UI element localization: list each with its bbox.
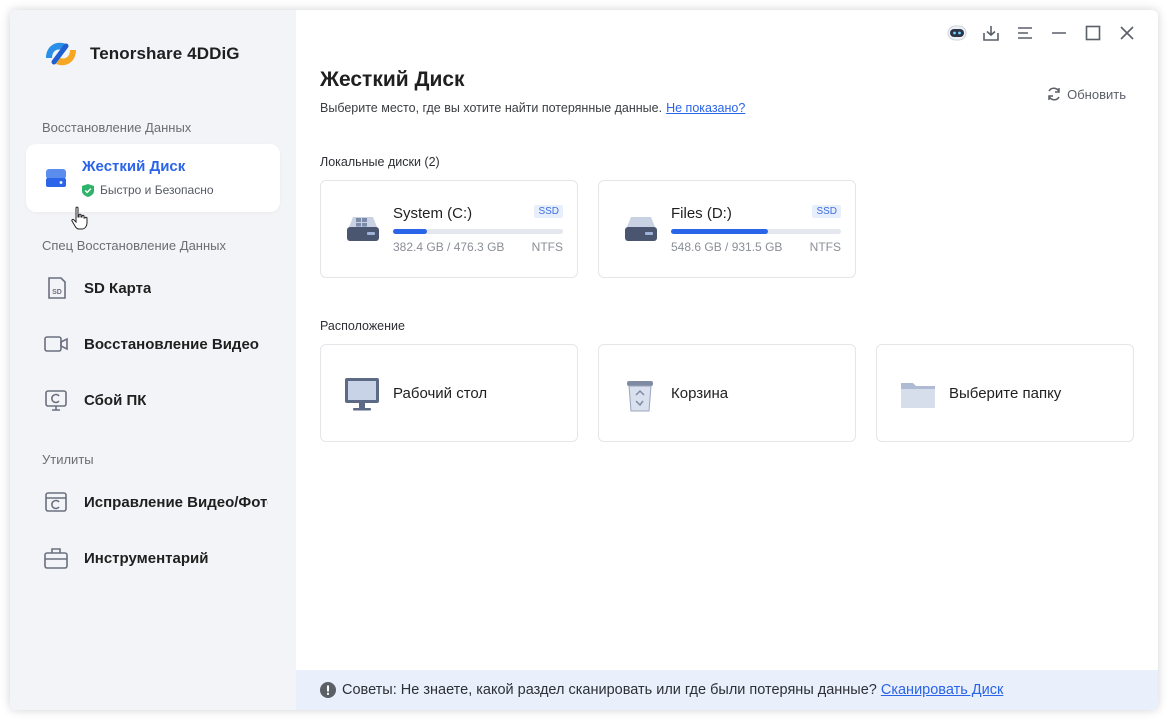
folder-icon (901, 383, 935, 408)
sidebar-item-hard-disk[interactable]: Жесткий Диск Быстро и Безопасно (26, 144, 280, 212)
minimize-button[interactable] (1042, 22, 1076, 44)
location-card-select-folder[interactable]: Выберите папку (876, 344, 1134, 442)
sidebar-item-toolbox-label: Инструментарий (84, 549, 209, 567)
app-window: Tenorshare 4DDiG Восстановление Данных Ж… (10, 10, 1158, 710)
sidebar-item-hard-disk-label: Жесткий Диск (82, 158, 186, 175)
sidebar-item-video-recovery-label: Восстановление Видео (84, 335, 259, 353)
location-card-recycle-bin[interactable]: Корзина (598, 344, 856, 442)
pc-crash-icon (45, 390, 67, 411)
sidebar-item-pc-crash[interactable]: Сбой ПК (26, 375, 280, 425)
window-controls (940, 22, 1144, 44)
local-disks-label: Локальные диски (2) (320, 155, 440, 169)
video-camera-icon (44, 336, 68, 352)
page-subtitle: Выберите место, где вы хотите найти поте… (320, 101, 745, 115)
close-button[interactable] (1110, 22, 1144, 44)
sidebar-item-sd-card[interactable]: SD SD Карта (26, 263, 280, 313)
disk-usage-fill (671, 229, 768, 234)
disk-usage-bar (393, 229, 563, 234)
disk-size: 382.4 GB / 476.3 GB (393, 240, 505, 254)
disk-name: Files (D:) (671, 205, 732, 222)
tips-text: Советы: Не знаете, какой раздел сканиров… (342, 682, 877, 698)
maximize-button[interactable] (1076, 22, 1110, 44)
page-subtitle-text: Выберите место, где вы хотите найти поте… (320, 101, 663, 115)
hard-disk-icon (46, 169, 66, 187)
disk-filesystem: NTFS (809, 240, 841, 254)
menu-button[interactable] (1008, 22, 1042, 44)
app-name: Tenorshare 4DDiG (90, 44, 240, 63)
section-label-special: Спец Восстановление Данных (42, 238, 227, 253)
sidebar-item-video-photo-repair-label: Исправление Видео/Фото (84, 493, 268, 511)
sidebar-item-hard-disk-subtitle: Быстро и Безопасно (82, 183, 214, 197)
disk-size: 548.6 GB / 931.5 GB (671, 240, 783, 254)
refresh-icon (1048, 87, 1060, 101)
section-label-recovery: Восстановление Данных (42, 120, 192, 135)
disk-filesystem: NTFS (531, 240, 563, 254)
svg-text:SD: SD (52, 289, 62, 296)
download-icon (983, 26, 999, 41)
page-title: Жесткий Диск (320, 68, 465, 91)
ssd-badge: SSD (534, 205, 563, 218)
hard-drive-windows-icon (347, 217, 379, 241)
disk-name: System (C:) (393, 205, 473, 222)
repair-icon (45, 492, 67, 512)
tenorshare-logo-icon (46, 42, 76, 66)
app-logo: Tenorshare 4DDiG (40, 36, 240, 72)
disk-usage-bar (671, 229, 841, 234)
hard-drive-icon (625, 217, 657, 241)
section-label-utils: Утилиты (42, 452, 94, 467)
location-card-desktop[interactable]: Рабочий стол (320, 344, 578, 442)
toolbox-icon (44, 548, 68, 569)
ssd-badge: SSD (812, 205, 841, 218)
info-icon (320, 682, 336, 698)
sidebar-item-video-recovery[interactable]: Восстановление Видео (26, 319, 280, 369)
location-label-desktop: Рабочий стол (393, 385, 488, 402)
sidebar-item-pc-crash-label: Сбой ПК (84, 391, 147, 409)
location-label-recycle-bin: Корзина (671, 385, 729, 402)
tips-bar: Советы: Не знаете, какой раздел сканиров… (296, 670, 1158, 710)
robot-icon (947, 25, 967, 41)
disk-card-d[interactable]: Files (D:) SSD 548.6 GB / 931.5 GB NTFS (598, 180, 856, 278)
sidebar: Tenorshare 4DDiG Восстановление Данных Ж… (10, 10, 296, 710)
refresh-button[interactable]: Обновить (1046, 86, 1126, 102)
sidebar-item-hard-disk-subtitle-text: Быстро и Безопасно (100, 183, 214, 197)
sidebar-item-toolbox[interactable]: Инструментарий (26, 533, 280, 583)
main-panel: Жесткий Диск Выберите место, где вы хоти… (296, 10, 1158, 710)
scan-disk-link[interactable]: Сканировать Диск (881, 682, 1003, 698)
download-button[interactable] (974, 22, 1008, 44)
shield-check-icon (82, 183, 94, 197)
sd-card-icon: SD (48, 277, 66, 299)
minimize-icon (1052, 32, 1066, 34)
sidebar-item-video-photo-repair[interactable]: Исправление Видео/Фото (26, 477, 280, 527)
hand-cursor-icon (71, 206, 88, 230)
sidebar-item-sd-card-label: SD Карта (84, 279, 152, 297)
recycle-bin-icon (627, 381, 653, 412)
location-label-select-folder: Выберите папку (949, 385, 1062, 402)
refresh-label: Обновить (1067, 86, 1126, 102)
disk-usage-fill (393, 229, 427, 234)
desktop-monitor-icon (345, 378, 379, 411)
menu-icon (1018, 27, 1032, 39)
maximize-icon (1085, 25, 1101, 41)
location-label: Расположение (320, 319, 405, 333)
assistant-robot-button[interactable] (940, 22, 974, 44)
disk-card-c[interactable]: System (C:) SSD 382.4 GB / 476.3 GB NTFS (320, 180, 578, 278)
not-shown-link[interactable]: Не показано? (666, 101, 745, 115)
close-icon (1120, 26, 1134, 40)
